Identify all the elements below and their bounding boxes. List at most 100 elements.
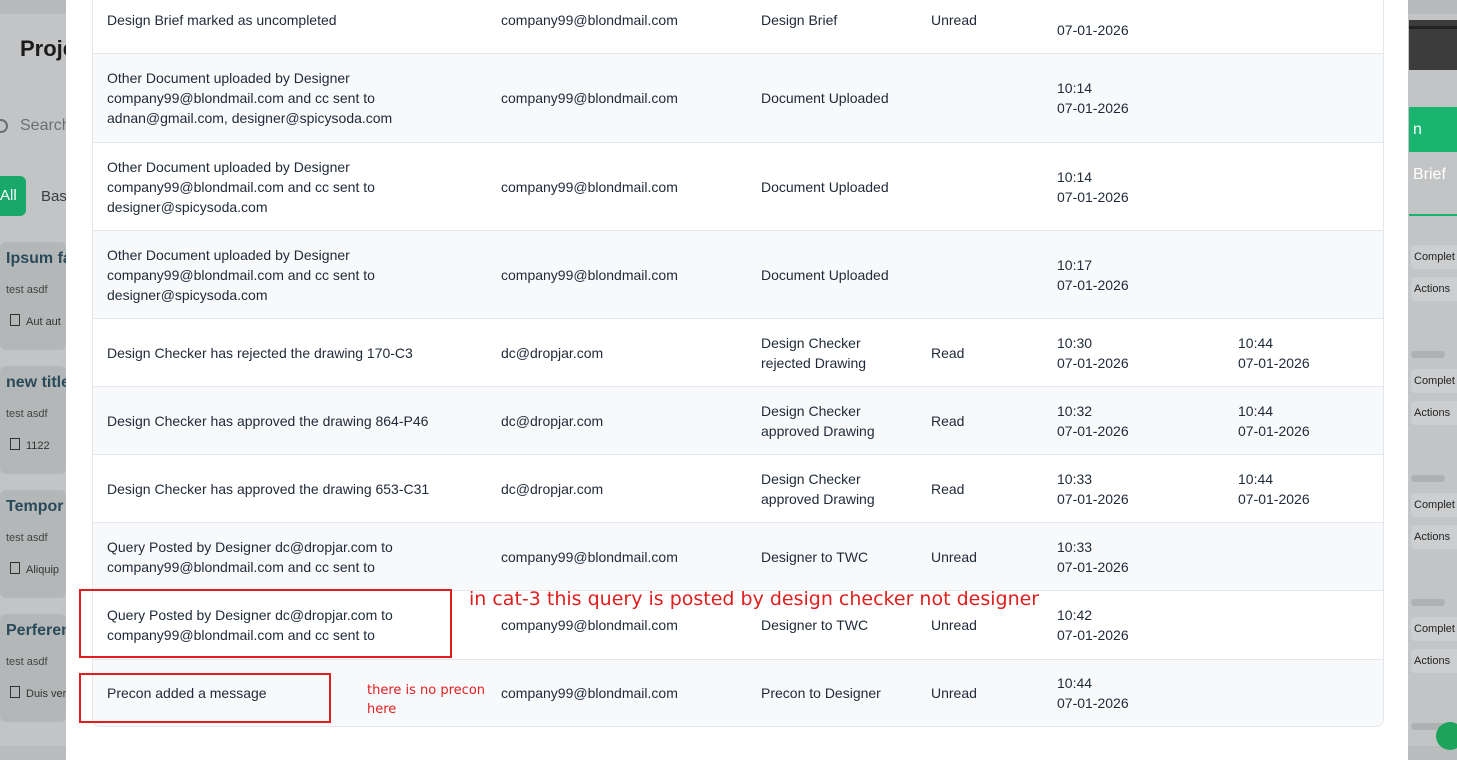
table-row: Other Document uploaded by Designer comp… (93, 54, 1383, 143)
search-icon (0, 119, 8, 133)
sent-cell: 10:33 07-01-2026 (1057, 455, 1177, 522)
read-time: 10:44 (1238, 334, 1274, 351)
sent-time: 10:14 (1057, 168, 1093, 185)
sent-cell: 10:14 07-01-2026 (1057, 54, 1177, 142)
sent-cell: 10:44 07-01-2026 (1057, 660, 1177, 726)
read-cell: 10:44 07-01-2026 (1238, 319, 1358, 386)
project-card-subtitle: test asdf (6, 656, 48, 668)
table-row: Query Posted by Designer dc@dropjar.com … (93, 523, 1383, 591)
sent-time: 10:30 (1057, 334, 1093, 351)
email-cell: company99@blondmail.com (501, 178, 678, 195)
annotation-box-precon (79, 673, 331, 723)
email-cell: company99@blondmail.com (501, 90, 678, 106)
status-button[interactable]: Complet (1411, 617, 1457, 641)
project-card-title: Ipsum fa (6, 250, 72, 267)
document-icon (10, 438, 20, 450)
annotation-precon-note: there is no precon here (367, 681, 485, 719)
sent-date: 07-01-2026 (1057, 22, 1129, 38)
status-cell: Read (931, 412, 965, 429)
read-date: 07-01-2026 (1238, 422, 1310, 439)
message-cell: Design Checker has approved the drawing … (107, 480, 430, 497)
type-cell: Document Uploaded (761, 90, 889, 106)
table-row: Other Document uploaded by Designer comp… (93, 231, 1383, 319)
annotation-precon-line2: here (367, 702, 397, 717)
status-cell: Unread (931, 12, 977, 28)
project-card-subtitle: test asdf (6, 532, 48, 544)
project-card[interactable]: Ipsum fa test asdf Aut aut (0, 242, 72, 350)
status-cell: Read (931, 344, 965, 361)
read-date: 07-01-2026 (1238, 490, 1310, 507)
sent-time: 10:17 (1057, 256, 1093, 273)
message-cell: Other Document uploaded by Designer comp… (107, 246, 375, 303)
message-cell: Design Brief marked as uncompleted (107, 12, 337, 28)
sent-cell: 10:32 07-01-2026 (1057, 387, 1177, 454)
message-cell: Other Document uploaded by Designer comp… (107, 70, 393, 126)
actions-button[interactable]: Actions (1411, 649, 1457, 673)
project-card-doc: Aut aut (10, 314, 61, 328)
status-button[interactable]: Complet (1411, 493, 1457, 517)
status-cell: Unread (931, 685, 977, 701)
project-card-subtitle: test asdf (6, 408, 48, 420)
tab-all[interactable]: All (0, 176, 26, 216)
actions-button[interactable]: Actions (1411, 525, 1457, 549)
progress-bar (1411, 475, 1445, 482)
annotation-cat3-note: in cat-3 this query is posted by design … (469, 588, 1040, 610)
status-cell (931, 143, 1021, 230)
annotation-box-query (79, 589, 452, 658)
status-cell: Read (931, 480, 965, 497)
sent-time: 10:14 (1057, 80, 1093, 96)
project-card-title: Tempor (6, 498, 64, 515)
read-time: 10:44 (1238, 402, 1274, 419)
type-cell: Design Checker approved Drawing (761, 402, 875, 439)
project-card[interactable]: Tempor test asdf Aliquip (0, 490, 66, 598)
project-card-doc: Aliquip (10, 562, 59, 576)
sent-date: 07-01-2026 (1057, 422, 1129, 439)
tab-bas[interactable]: Bas (41, 188, 67, 205)
read-date: 07-01-2026 (1238, 354, 1310, 371)
tab-underline (1409, 214, 1457, 216)
table-row: Design Checker has approved the drawing … (93, 455, 1383, 523)
type-cell: Document Uploaded (761, 178, 889, 195)
status-cell (931, 231, 1021, 318)
search-placeholder: Search (20, 117, 71, 134)
sent-time: 10:32 (1057, 402, 1093, 419)
sent-time: 10:44 (1057, 675, 1093, 691)
status-cell: Unread (931, 548, 977, 565)
read-time: 10:44 (1238, 470, 1274, 487)
type-cell: Document Uploaded (761, 266, 889, 283)
sent-cell: 10:33 07-01-2026 (1057, 523, 1177, 590)
email-cell: dc@dropjar.com (501, 412, 604, 429)
table-row: Design Brief marked as uncompleted compa… (93, 0, 1383, 54)
new-brief-button[interactable]: n Brief (1409, 107, 1457, 183)
status-button[interactable]: Complet (1411, 369, 1457, 393)
email-cell: company99@blondmail.com (501, 266, 678, 283)
project-card[interactable]: Perferen test asdf Duis ver (0, 614, 71, 722)
project-card-doc: 1122 (10, 438, 50, 452)
email-cell: company99@blondmail.com (501, 548, 678, 565)
status-button[interactable]: Complet (1411, 245, 1457, 269)
actions-button[interactable]: Actions (1411, 401, 1457, 425)
table-row: Other Document uploaded by Designer comp… (93, 143, 1383, 231)
table-row: Design Checker has rejected the drawing … (93, 319, 1383, 387)
email-cell: company99@blondmail.com (501, 685, 678, 701)
sent-cell: 10:17 07-01-2026 (1057, 231, 1177, 318)
document-icon (10, 314, 20, 326)
document-icon (10, 686, 20, 698)
email-cell: company99@blondmail.com (501, 12, 678, 28)
table-row: Design Checker has approved the drawing … (93, 387, 1383, 455)
read-cell: 10:44 07-01-2026 (1238, 387, 1358, 454)
project-card-title: new title (6, 374, 71, 391)
sent-time: 10:33 (1057, 538, 1093, 555)
actions-button[interactable]: Actions (1411, 277, 1457, 301)
project-card-subtitle: test asdf (6, 284, 48, 296)
message-cell: Design Checker has approved the drawing … (107, 412, 429, 429)
progress-bar (1411, 599, 1445, 606)
sent-date: 07-01-2026 (1057, 558, 1129, 575)
message-cell: Other Document uploaded by Designer comp… (107, 158, 375, 215)
message-cell: Query Posted by Designer dc@dropjar.com … (107, 538, 393, 575)
status-cell (931, 54, 1021, 142)
project-card[interactable]: new title test asdf 1122 (0, 366, 70, 474)
email-cell: dc@dropjar.com (501, 344, 604, 361)
message-cell: Design Checker has rejected the drawing … (107, 344, 413, 361)
type-cell: Precon to Designer (761, 685, 881, 701)
